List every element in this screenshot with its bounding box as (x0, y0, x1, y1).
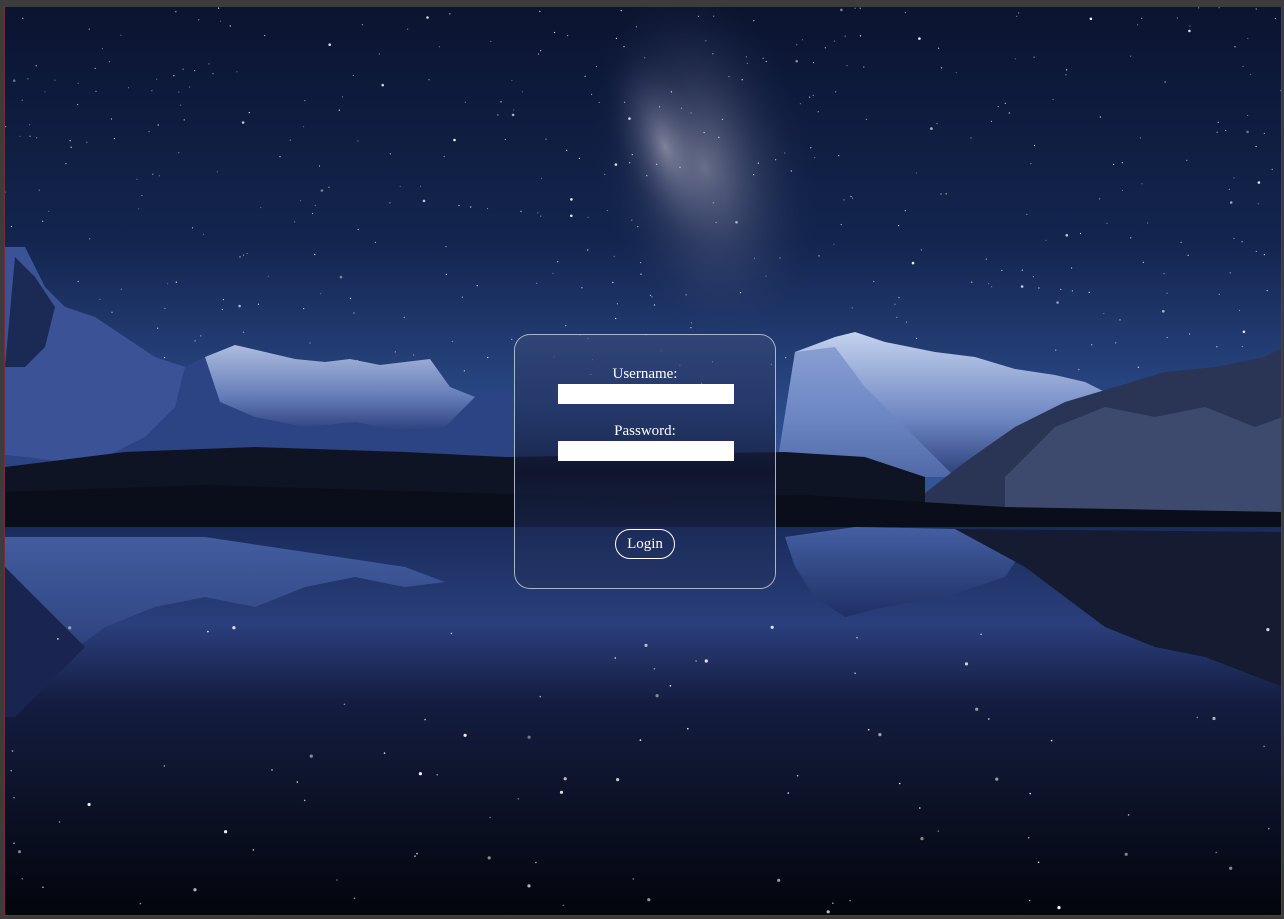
login-card: Username: Password: Login (514, 334, 776, 589)
password-input[interactable] (558, 441, 734, 461)
username-label: Username: (612, 366, 678, 382)
browser-frame: Username: Password: Login (0, 0, 1284, 919)
username-input[interactable] (558, 384, 734, 404)
page-viewport: Username: Password: Login (4, 7, 1282, 916)
login-button[interactable]: Login (615, 529, 675, 559)
password-label: Password: (614, 423, 676, 439)
